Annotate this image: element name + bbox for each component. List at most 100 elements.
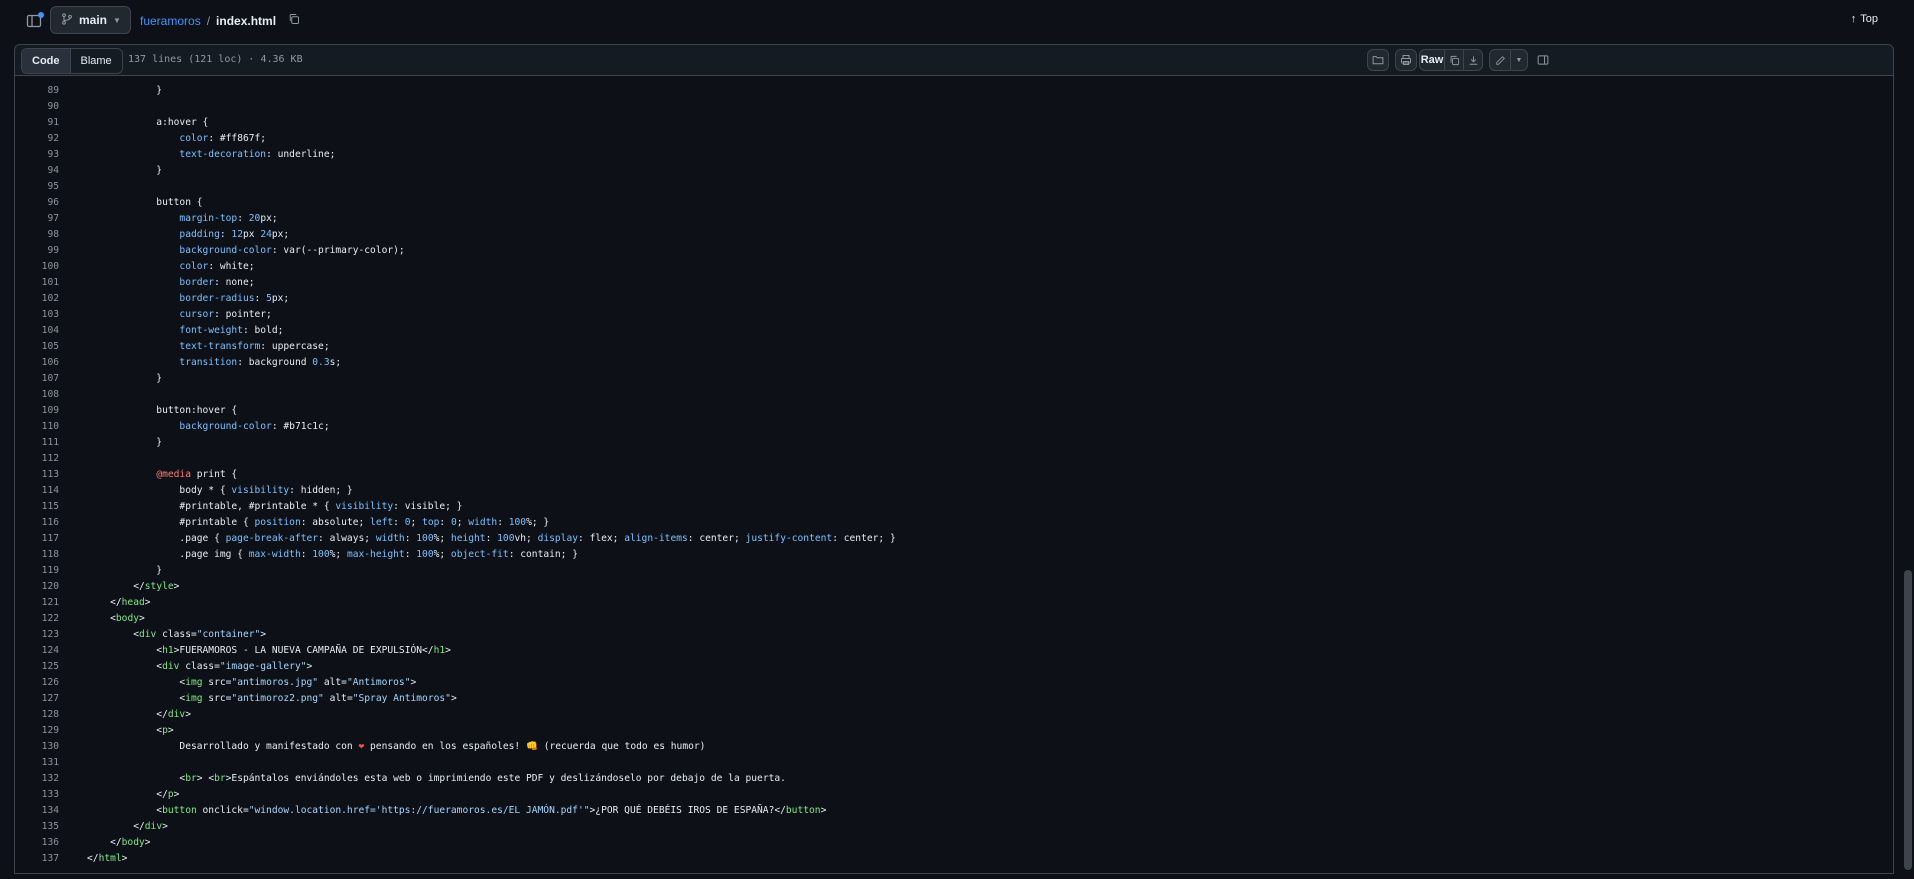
code-text: #printable, #printable * { visibility: v… bbox=[87, 500, 463, 512]
line-number[interactable]: 132 bbox=[15, 773, 59, 784]
code-line: 133 </p> bbox=[15, 786, 1893, 802]
line-number[interactable]: 110 bbox=[15, 421, 59, 432]
tab-blame[interactable]: Blame bbox=[70, 49, 122, 73]
line-number[interactable]: 137 bbox=[15, 853, 59, 864]
line-number[interactable]: 98 bbox=[15, 229, 59, 240]
line-number[interactable]: 115 bbox=[15, 501, 59, 512]
code-lines: 89 } 90 91 a:hover {92 color: #ff867f; 93 t… bbox=[15, 82, 1893, 866]
code-line: 96 button { bbox=[15, 194, 1893, 210]
copy-raw-icon[interactable] bbox=[1444, 49, 1464, 71]
code-text: } bbox=[87, 84, 163, 96]
line-number[interactable]: 101 bbox=[15, 277, 59, 288]
code-text: text-decoration: underline; bbox=[179, 148, 336, 160]
copy-icon[interactable] bbox=[288, 13, 300, 28]
line-number[interactable]: 130 bbox=[15, 741, 59, 752]
breadcrumb-repo-link[interactable]: fueramoros bbox=[140, 14, 201, 28]
code-line: 111 } bbox=[15, 434, 1893, 450]
branch-selector-button[interactable]: main ▼ bbox=[50, 6, 131, 34]
code-text: cursor: pointer; bbox=[179, 308, 272, 320]
line-number[interactable]: 90 bbox=[15, 101, 59, 112]
folder-icon[interactable] bbox=[1367, 49, 1389, 71]
code-line: 109 button:hover { bbox=[15, 402, 1893, 418]
code-line: 130 Desarrollado y manifestado con ❤ pen… bbox=[15, 738, 1893, 754]
line-number[interactable]: 96 bbox=[15, 197, 59, 208]
code-line: 94 } bbox=[15, 162, 1893, 178]
line-number[interactable]: 111 bbox=[15, 437, 59, 448]
breadcrumb: fueramoros / index.html bbox=[140, 13, 300, 28]
code-line: 90 bbox=[15, 98, 1893, 114]
raw-button[interactable]: Raw bbox=[1419, 49, 1445, 71]
code-text: <br> <br>Espántalos enviándoles esta web… bbox=[87, 772, 786, 784]
scrollbar[interactable] bbox=[1902, 76, 1914, 874]
code-line: 116 #printable { position: absolute; lef… bbox=[15, 514, 1893, 530]
code-line: 120 </style> bbox=[15, 578, 1893, 594]
line-number[interactable]: 125 bbox=[15, 661, 59, 672]
file-header: Code Blame 137 lines (121 loc) · 4.36 KB… bbox=[14, 44, 1894, 76]
line-number[interactable]: 105 bbox=[15, 341, 59, 352]
code-view[interactable]: 89 } 90 91 a:hover {92 color: #ff867f; 93 t… bbox=[14, 76, 1894, 874]
line-number[interactable]: 107 bbox=[15, 373, 59, 384]
line-number[interactable]: 123 bbox=[15, 629, 59, 640]
line-number[interactable]: 133 bbox=[15, 789, 59, 800]
line-number[interactable]: 136 bbox=[15, 837, 59, 848]
branch-name: main bbox=[79, 13, 108, 27]
code-line: 98 padding: 12px 24px; bbox=[15, 226, 1893, 242]
tab-code[interactable]: Code bbox=[22, 49, 71, 73]
line-number[interactable]: 89 bbox=[15, 85, 59, 96]
line-number[interactable]: 100 bbox=[15, 261, 59, 272]
line-number[interactable]: 95 bbox=[15, 181, 59, 192]
line-number[interactable]: 120 bbox=[15, 581, 59, 592]
line-number[interactable]: 112 bbox=[15, 453, 59, 464]
line-number[interactable]: 104 bbox=[15, 325, 59, 336]
line-number[interactable]: 134 bbox=[15, 805, 59, 816]
code-line: 129 <p> bbox=[15, 722, 1893, 738]
back-to-top-link[interactable]: ↑ Top bbox=[1851, 13, 1878, 25]
code-blame-toggle: Code Blame bbox=[21, 48, 123, 74]
download-icon[interactable] bbox=[1463, 49, 1483, 71]
line-number[interactable]: 106 bbox=[15, 357, 59, 368]
line-number[interactable]: 92 bbox=[15, 133, 59, 144]
line-number[interactable]: 91 bbox=[15, 117, 59, 128]
line-number[interactable]: 113 bbox=[15, 469, 59, 480]
scrollbar-thumb[interactable] bbox=[1904, 570, 1912, 870]
line-number[interactable]: 117 bbox=[15, 533, 59, 544]
code-text: button:hover { bbox=[87, 404, 238, 416]
sidebar-toggle-icon[interactable] bbox=[24, 11, 44, 31]
line-number[interactable]: 118 bbox=[15, 549, 59, 560]
branch-icon bbox=[61, 12, 73, 28]
code-text: } bbox=[87, 372, 163, 384]
line-number[interactable]: 108 bbox=[15, 389, 59, 400]
line-number[interactable]: 109 bbox=[15, 405, 59, 416]
code-line: 110 background-color: #b71c1c; bbox=[15, 418, 1893, 434]
code-text: background-color: var(--primary-color); bbox=[179, 244, 405, 256]
top-label: Top bbox=[1860, 13, 1878, 25]
line-number[interactable]: 126 bbox=[15, 677, 59, 688]
edit-dropdown-chevron-icon[interactable]: ▼ bbox=[1510, 49, 1528, 71]
line-number[interactable]: 124 bbox=[15, 645, 59, 656]
line-number[interactable]: 122 bbox=[15, 613, 59, 624]
line-number[interactable]: 131 bbox=[15, 757, 59, 768]
line-number[interactable]: 135 bbox=[15, 821, 59, 832]
print-icon[interactable] bbox=[1395, 49, 1417, 71]
line-number[interactable]: 102 bbox=[15, 293, 59, 304]
code-line: 126 <img src="antimoros.jpg" alt="Antimo… bbox=[15, 674, 1893, 690]
line-number[interactable]: 97 bbox=[15, 213, 59, 224]
line-number[interactable]: 116 bbox=[15, 517, 59, 528]
code-line: 137 </html> bbox=[15, 850, 1893, 866]
line-number[interactable]: 94 bbox=[15, 165, 59, 176]
code-text: </style> bbox=[87, 580, 180, 592]
code-text: } bbox=[87, 436, 163, 448]
line-number[interactable]: 127 bbox=[15, 693, 59, 704]
code-line: 114 body * { visibility: hidden; } bbox=[15, 482, 1893, 498]
line-number[interactable]: 114 bbox=[15, 485, 59, 496]
line-number[interactable]: 93 bbox=[15, 149, 59, 160]
line-number[interactable]: 121 bbox=[15, 597, 59, 608]
line-number[interactable]: 119 bbox=[15, 565, 59, 576]
line-number[interactable]: 99 bbox=[15, 245, 59, 256]
line-number[interactable]: 129 bbox=[15, 725, 59, 736]
line-number[interactable]: 128 bbox=[15, 709, 59, 720]
code-text: border-radius: 5px; bbox=[179, 292, 290, 304]
line-number[interactable]: 103 bbox=[15, 309, 59, 320]
symbols-icon[interactable] bbox=[1534, 49, 1552, 71]
pencil-icon[interactable] bbox=[1489, 49, 1511, 71]
